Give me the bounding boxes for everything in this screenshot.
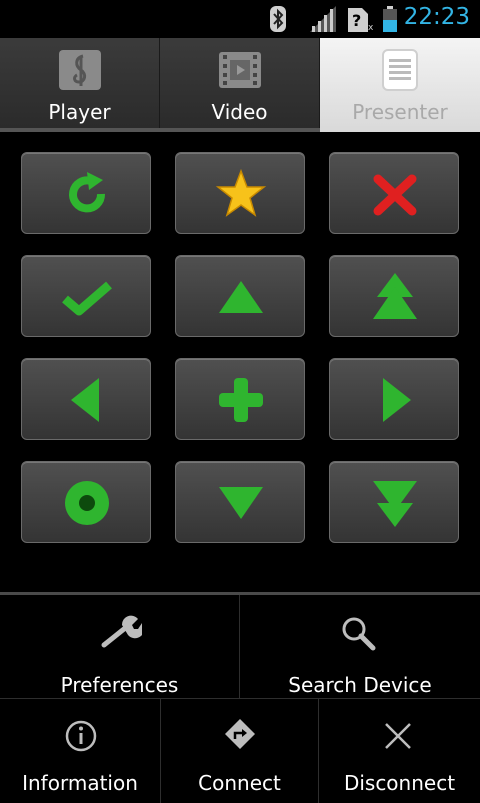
star-icon [215, 168, 267, 217]
record-dot-icon [65, 481, 109, 525]
info-icon [65, 720, 97, 752]
svg-text:?: ? [352, 11, 361, 30]
document-icon [382, 49, 418, 91]
film-icon [219, 52, 261, 88]
tab-player[interactable]: Player [0, 38, 160, 132]
add-button[interactable] [175, 358, 305, 440]
tab-presenter-label: Presenter [352, 100, 448, 124]
confirm-button[interactable] [21, 255, 151, 337]
arrow-right-icon [383, 378, 411, 422]
double-arrow-up-icon [373, 273, 417, 319]
music-note-icon [59, 50, 101, 90]
right-button[interactable] [329, 358, 459, 440]
clock: 22:23 [403, 4, 470, 30]
arrow-left-icon [71, 378, 99, 422]
tab-video[interactable]: Video [160, 38, 320, 132]
connect-menu-item[interactable]: Connect [161, 699, 318, 803]
search-device-menu-item[interactable]: Search Device [240, 595, 480, 698]
bluetooth-icon [270, 6, 286, 32]
information-menu-item[interactable]: Information [0, 699, 160, 803]
disconnect-menu-item[interactable]: Disconnect [319, 699, 480, 803]
tab-video-label: Video [211, 100, 268, 124]
search-device-label: Search Device [288, 673, 432, 697]
disconnect-label: Disconnect [343, 771, 456, 795]
arrow-down-icon [219, 487, 263, 519]
favorite-button[interactable] [175, 152, 305, 234]
status-bar: ? x 22:23 [0, 0, 480, 38]
close-x-icon [373, 174, 417, 216]
checkmark-icon [62, 281, 112, 316]
left-button[interactable] [21, 358, 151, 440]
close-button[interactable] [329, 152, 459, 234]
up-button[interactable] [175, 255, 305, 337]
options-menu: Preferences Search Device Information Co… [0, 592, 480, 803]
battery-icon [383, 6, 397, 32]
preferences-menu-item[interactable]: Preferences [0, 595, 239, 698]
tab-bar: Player Video Presenter [0, 38, 480, 132]
wrench-icon [101, 615, 142, 648]
page-up-button[interactable] [329, 255, 459, 337]
directions-icon [225, 719, 255, 749]
double-arrow-down-icon [373, 481, 417, 527]
down-button[interactable] [175, 461, 305, 543]
arrow-up-icon [219, 281, 263, 313]
page-down-button[interactable] [329, 461, 459, 543]
preferences-label: Preferences [60, 673, 179, 697]
record-button[interactable] [21, 461, 151, 543]
svg-text:x: x [368, 23, 374, 32]
refresh-button[interactable] [21, 152, 151, 234]
tab-presenter[interactable]: Presenter [320, 38, 480, 132]
tab-underline [0, 128, 320, 132]
plus-icon [219, 378, 263, 422]
connect-label: Connect [198, 771, 281, 795]
refresh-icon [69, 172, 106, 213]
no-sim-icon: ? x [348, 8, 374, 32]
search-icon [342, 617, 376, 651]
signal-icon [310, 6, 336, 32]
close-icon [385, 723, 411, 749]
tab-player-label: Player [48, 100, 111, 124]
information-label: Information [22, 771, 138, 795]
